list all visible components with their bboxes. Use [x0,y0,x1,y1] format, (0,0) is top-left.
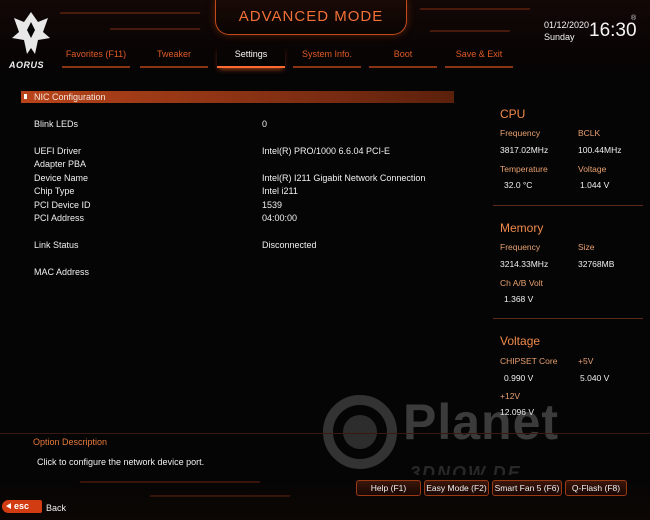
row-value-blink-leds[interactable]: 0 [262,119,267,129]
watermark-text: Planet [403,394,560,450]
tab-system-info[interactable]: System Info. [293,46,361,68]
cpu-bclk-value: 100.44MHz [578,145,622,155]
nic-configuration-header[interactable]: NIC Configuration [21,91,454,103]
cpu-title: CPU [500,107,526,121]
decor-streak [429,30,511,32]
help-button[interactable]: Help (F1) [356,480,421,496]
row-label-link-status: Link Status [34,240,79,250]
row-value-link-status: Disconnected [262,240,317,250]
cpu-bclk-label: BCLK [578,128,601,138]
row-label-uefi-driver: UEFI Driver [34,146,81,156]
registered-mark: ® [631,15,637,22]
watermark-dot-icon [343,415,377,449]
memory-frequency-label: Frequency [500,242,541,252]
row-value-chip-type: Intel i211 [262,186,298,196]
tab-settings[interactable]: Settings [217,46,285,68]
tab-favorites[interactable]: Favorites (F11) [62,46,130,68]
decor-streak [419,8,531,10]
sidebar-divider [493,318,643,319]
memory-volt-value: 1.368 V [504,294,534,304]
cpu-voltage-label: Voltage [578,164,607,174]
voltage-title: Voltage [500,334,541,348]
plus5v-value: 5.040 V [580,373,610,383]
section-bullet-icon [24,94,27,99]
memory-size-label: Size [578,242,595,252]
decor-streak [79,481,261,483]
watermark-ring-icon [323,395,397,469]
brand-name: AORUS [9,60,45,70]
row-value-pci-device-id: 1539 [262,200,283,210]
cpu-temperature-value: 32.0 °C [504,180,533,190]
row-label-pci-device-id: PCI Device ID [34,200,91,210]
back-arrow-icon [6,503,11,509]
q-flash-button[interactable]: Q-Flash (F8) [565,480,627,496]
memory-title: Memory [500,221,544,235]
cpu-frequency-value: 3817.02MHz [500,145,549,155]
row-value-uefi-driver: Intel(R) PRO/1000 6.6.04 PCI-E [262,146,391,156]
day-value: Sunday [544,32,575,42]
row-label-blink-leds[interactable]: Blink LEDs [34,119,78,129]
decor-streak [149,495,291,497]
row-label-pci-address: PCI Address [34,213,85,223]
plus12v-label: +12V [500,391,521,401]
cpu-frequency-label: Frequency [500,128,541,138]
plus5v-label: +5V [578,356,594,366]
cpu-voltage-value: 1.044 V [580,180,610,190]
mode-title-label: ADVANCED MODE [238,8,384,25]
row-value-device-name: Intel(R) I211 Gigabit Network Connection [262,173,426,183]
chipset-core-value: 0.990 V [504,373,534,383]
memory-volt-label: Ch A/B Volt [500,278,543,288]
eagle-logo-icon [12,12,50,54]
row-label-device-name: Device Name [34,173,89,183]
esc-button[interactable]: esc [2,500,42,513]
row-label-mac-address: MAC Address [34,267,90,277]
section-title: NIC Configuration [34,92,106,102]
sidebar-divider [493,205,643,206]
back-label[interactable]: Back [46,503,66,513]
tab-save-exit[interactable]: Save & Exit [445,46,513,68]
esc-label: esc [14,501,30,511]
easy-mode-button[interactable]: Easy Mode (F2) [424,480,489,496]
memory-frequency-value: 3214.33MHz [500,259,549,269]
date-display: 01/12/2020 Sunday [544,19,589,43]
tab-boot[interactable]: Boot [369,46,437,68]
row-value-pci-address: 04:00:00 [262,213,298,223]
smart-fan-button[interactable]: Smart Fan 5 (F6) [492,480,562,496]
cpu-temperature-label: Temperature [500,164,548,174]
tab-tweaker[interactable]: Tweaker [140,46,208,68]
option-description-text: Click to configure the network device po… [37,457,205,467]
row-label-adapter-pba: Adapter PBA [34,159,87,169]
option-divider [0,433,650,434]
decor-streak [59,12,201,14]
memory-size-value: 32768MB [578,259,615,269]
decor-streak [109,28,201,30]
time-display: 16:30 [589,20,637,41]
chipset-core-label: CHIPSET Core [500,356,558,366]
row-label-chip-type: Chip Type [34,186,75,196]
plus12v-value: 12.096 V [500,407,535,417]
option-description-title: Option Description [33,437,108,447]
date-value: 01/12/2020 [544,20,590,30]
mode-title: ADVANCED MODE [215,0,407,35]
